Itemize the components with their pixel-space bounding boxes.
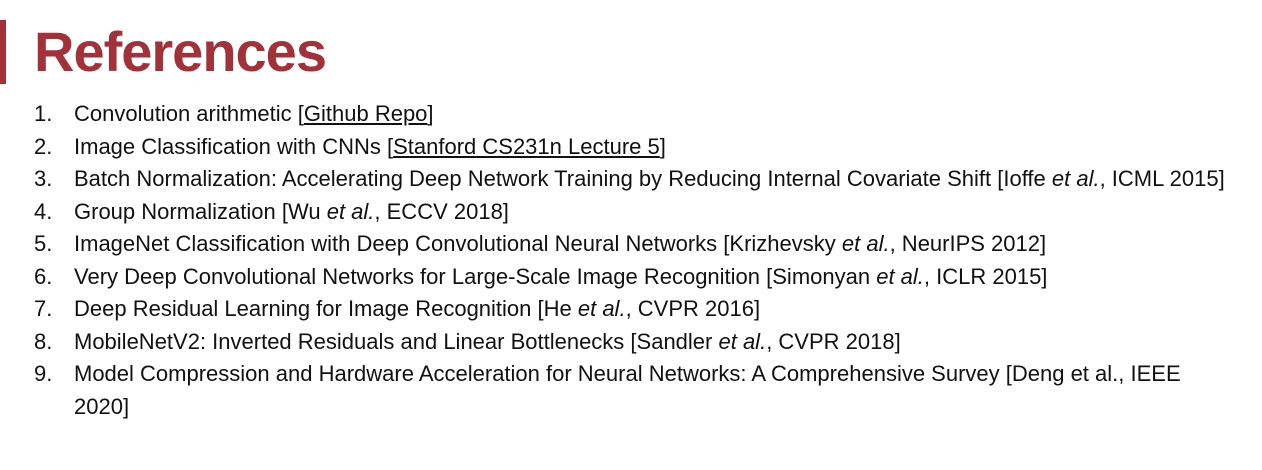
reference-number: 7. [34,296,53,321]
reference-text-segment: , ICML 2015] [1099,166,1225,191]
reference-number: 2. [34,133,53,159]
title-accent-bar [0,20,6,84]
reference-link[interactable]: Github Repo [304,101,428,126]
reference-item: 5. ImageNet Classification with Deep Conv… [34,228,1234,261]
reference-text-segment: , CVPR 2018] [766,328,901,354]
reference-text-segment: , NeurIPS 2012] [889,231,1047,256]
reference-author-etal: et al. [1051,166,1100,191]
reference-text-segment: , CVPR 2016] [625,296,761,321]
reference-text-segment: Group Normalization [Wu [74,198,327,224]
reference-item: 6. Very Deep Convolutional Networks for L… [34,261,1234,294]
reference-text-segment: MobileNetV2: Inverted Residuals and Line… [74,328,719,354]
page-title: References [34,20,327,83]
reference-author-etal: et al. [876,263,924,289]
reference-number: 1. [34,101,53,126]
reference-author-etal: et al. [841,231,890,256]
reference-text: ImageNet Classification with Deep Convol… [74,231,1046,256]
reference-number: 6. [34,263,53,289]
reference-author-etal: et al. [577,296,626,321]
reference-number: 9. [34,361,53,386]
reference-author-etal: et al. [718,328,767,354]
reference-text-segment: ImageNet Classification with Deep Convol… [74,231,842,256]
reference-text-segment: Image Classification with CNNs [ [74,133,394,159]
reference-text-segment: Convolution arithmetic [ [74,101,304,126]
reference-item: 4. Group Normalization [Wu et al., ECCV 2… [34,196,1234,229]
reference-number: 4. [34,198,53,224]
reference-text-segment: Deep Residual Learning for Image Recogni… [74,296,578,321]
reference-text: Convolution arithmetic [Github Repo] [74,101,434,126]
reference-list: 1. Convolution arithmetic [Github Repo] 2.… [34,98,1234,423]
reference-author-etal: et al. [326,198,375,224]
reference-text-segment: Model Compression and Hardware Accelerat… [74,361,1181,419]
reference-text: Very Deep Convolutional Networks for Lar… [74,264,1047,289]
reference-number: 3. [34,166,53,191]
reference-text: Batch Normalization: Accelerating Deep N… [74,166,1225,191]
reference-text-segment: , ECCV 2018] [374,198,509,224]
reference-item: 2. Image Classification with CNNs [Stanfo… [34,131,1234,164]
reference-item: 8. MobileNetV2: Inverted Residuals and Li… [34,326,1234,359]
reference-text-segment: ] [659,133,666,159]
reference-text: Model Compression and Hardware Accelerat… [74,361,1181,419]
reference-number: 5. [34,231,53,256]
reference-text-segment: Very Deep Convolutional Networks for Lar… [74,263,877,289]
reference-item: 9. Model Compression and Hardware Acceler… [34,358,1234,423]
reference-text-segment: , ICLR 2015] [923,263,1048,289]
reference-text: Image Classification with CNNs [Stanford… [74,134,666,159]
reference-item: 3. Batch Normalization: Accelerating Deep… [34,163,1234,196]
reference-text-segment: Batch Normalization: Accelerating Deep N… [74,166,1052,191]
reference-text: Deep Residual Learning for Image Recogni… [74,296,760,321]
reference-item: 1. Convolution arithmetic [Github Repo] [34,98,1234,131]
reference-link[interactable]: Stanford CS231n Lecture 5 [393,134,660,159]
reference-text-segment: ] [427,101,434,126]
reference-text: Group Normalization [Wu et al., ECCV 201… [74,199,509,224]
reference-number: 8. [34,328,53,354]
reference-text: MobileNetV2: Inverted Residuals and Line… [74,329,901,354]
reference-item: 7. Deep Residual Learning for Image Recog… [34,293,1234,326]
